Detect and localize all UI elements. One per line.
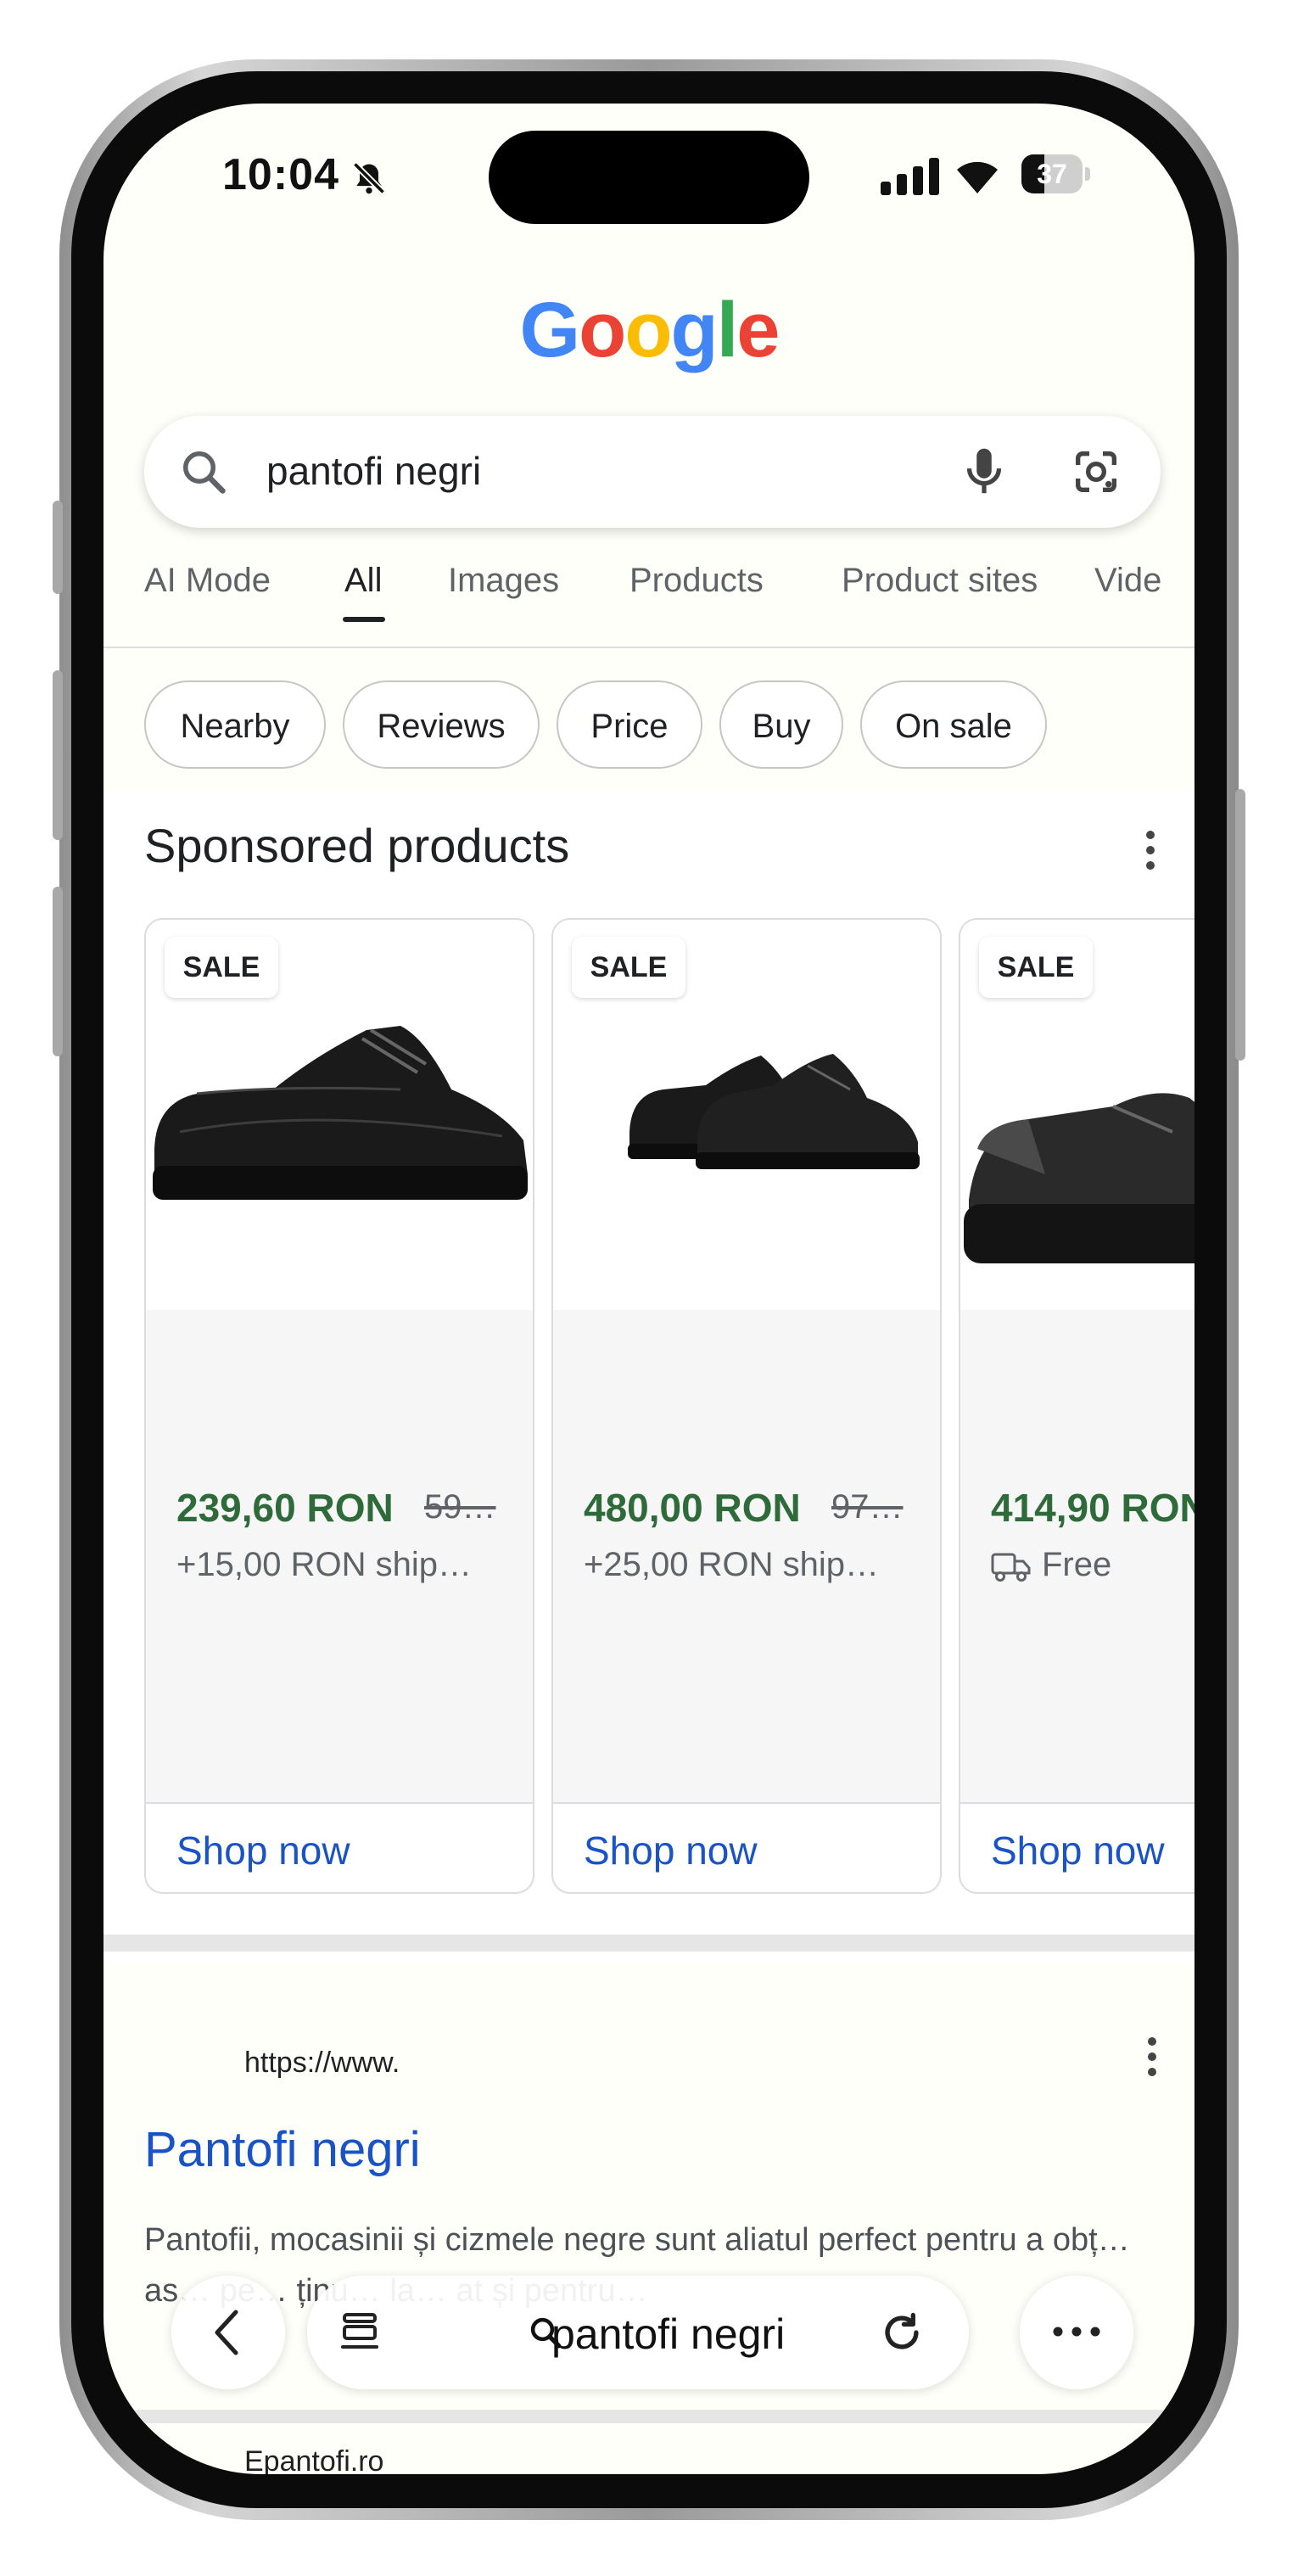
logo-letter: l bbox=[716, 287, 739, 373]
chevron-left-icon bbox=[215, 2310, 238, 2355]
search-input[interactable]: pantofi negri bbox=[266, 448, 481, 494]
section-title: Sponsored products bbox=[144, 819, 570, 872]
phone-screen: 10:04 37 Google pantofi negri AI Mode Al… bbox=[104, 104, 1194, 2474]
product-shipping: +15,00 RON ship… bbox=[176, 1546, 472, 1583]
product-shipping: Free bbox=[1042, 1546, 1112, 1583]
reload-icon[interactable] bbox=[877, 2308, 926, 2357]
sale-badge: SALE bbox=[979, 937, 1093, 998]
product-card[interactable]: SALE 239,60 RON 59… +15,00 RON ship… Sho… bbox=[144, 918, 534, 1894]
logo-letter: G bbox=[519, 287, 581, 373]
status-bar: 10:04 37 bbox=[104, 104, 1194, 248]
shop-now-link[interactable]: Shop now bbox=[176, 1828, 350, 1873]
product-card[interactable]: SALE 414,90 RON Free Shop now bbox=[959, 918, 1194, 1894]
address-bar-query[interactable]: pantofi negri bbox=[551, 2310, 785, 2359]
section-separator bbox=[104, 1935, 1194, 1952]
battery-percent: 37 bbox=[1037, 159, 1067, 189]
dynamic-island bbox=[489, 131, 809, 224]
chip-nearby[interactable]: Nearby bbox=[144, 680, 326, 769]
chip-price[interactable]: Price bbox=[557, 680, 702, 769]
active-tab-indicator bbox=[343, 617, 385, 622]
chip-buy[interactable]: Buy bbox=[719, 680, 843, 769]
card-divider bbox=[960, 1802, 1194, 1804]
product-original-price: 59… bbox=[424, 1488, 496, 1526]
back-button[interactable] bbox=[171, 2276, 285, 2389]
tab-videos[interactable]: Vide bbox=[1094, 562, 1161, 600]
shop-now-link[interactable]: Shop now bbox=[584, 1828, 758, 1873]
logo-letter: e bbox=[736, 287, 780, 373]
product-original-price: 97… bbox=[831, 1488, 904, 1526]
tab-product-sites[interactable]: Product sites bbox=[842, 562, 1038, 600]
more-options-icon[interactable] bbox=[1133, 825, 1167, 876]
sale-badge: SALE bbox=[165, 937, 278, 998]
more-menu-button[interactable] bbox=[1020, 2276, 1133, 2389]
search-bar[interactable]: pantofi negri bbox=[144, 416, 1161, 528]
action-button bbox=[53, 501, 63, 594]
microphone-icon[interactable] bbox=[954, 441, 1014, 501]
result-title-link[interactable]: Pantofi negri bbox=[144, 2121, 421, 2178]
volume-up-button bbox=[53, 670, 63, 840]
card-divider bbox=[553, 1802, 940, 1804]
product-price: 414,90 RON bbox=[991, 1486, 1194, 1530]
power-button bbox=[1235, 789, 1245, 1061]
sale-badge: SALE bbox=[572, 937, 685, 998]
tabs-divider bbox=[104, 647, 1194, 648]
battery-indicator: 37 bbox=[1021, 154, 1091, 193]
silent-bell-icon bbox=[352, 161, 386, 195]
product-price: 239,60 RON bbox=[176, 1486, 394, 1530]
result-url[interactable]: https://www. bbox=[244, 2047, 400, 2080]
volume-down-button bbox=[53, 887, 63, 1056]
tab-ai-mode[interactable]: AI Mode bbox=[144, 562, 271, 600]
product-price: 480,00 RON bbox=[584, 1486, 801, 1530]
logo-letter: o bbox=[579, 287, 626, 373]
section-separator bbox=[104, 2410, 1194, 2423]
chip-reviews[interactable]: Reviews bbox=[343, 680, 540, 769]
logo-letter: o bbox=[624, 287, 672, 373]
logo-letter: g bbox=[670, 287, 719, 373]
product-image[interactable]: SALE bbox=[146, 920, 533, 1310]
chip-on-sale[interactable]: On sale bbox=[860, 680, 1047, 769]
product-image[interactable]: SALE bbox=[553, 920, 940, 1310]
cellular-signal-icon bbox=[881, 158, 939, 195]
next-result-url[interactable]: Epantofi.ro bbox=[244, 2445, 383, 2474]
tab-products[interactable]: Products bbox=[629, 562, 764, 600]
delivery-truck-icon bbox=[991, 1553, 1031, 1582]
card-divider bbox=[146, 1802, 533, 1804]
wifi-icon bbox=[957, 161, 998, 193]
search-tabs: AI Mode All Images Products Product site… bbox=[144, 562, 1194, 638]
clock: 10:04 bbox=[222, 150, 339, 199]
product-image[interactable]: SALE bbox=[960, 920, 1194, 1310]
more-options-icon[interactable] bbox=[1135, 2031, 1169, 2082]
tab-all[interactable]: All bbox=[344, 562, 382, 600]
google-lens-icon[interactable] bbox=[1069, 445, 1123, 499]
more-horizontal-icon bbox=[1053, 2327, 1100, 2337]
search-icon bbox=[183, 451, 226, 494]
google-logo[interactable]: Google bbox=[104, 286, 1194, 375]
product-card[interactable]: SALE 480,00 RON 97… +25,00 RON ship… Sho… bbox=[551, 918, 942, 1894]
shop-now-link[interactable]: Shop now bbox=[991, 1828, 1165, 1873]
tabs-overview-icon[interactable] bbox=[339, 2311, 385, 2354]
product-shipping: +25,00 RON ship… bbox=[584, 1546, 879, 1583]
tab-images[interactable]: Images bbox=[448, 562, 559, 600]
